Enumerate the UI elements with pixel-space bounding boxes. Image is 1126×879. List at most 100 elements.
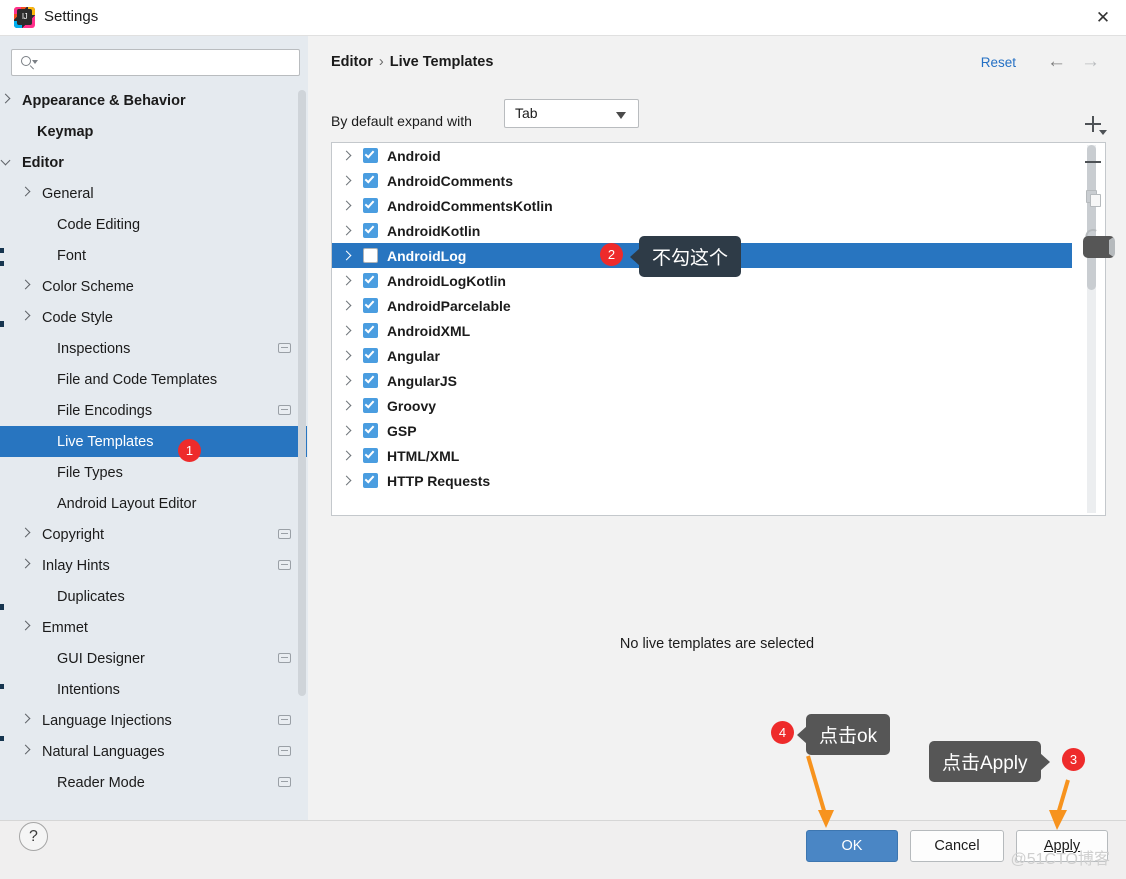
sidebar-item-inspections[interactable]: Inspections: [0, 333, 307, 364]
sidebar-item-copyright[interactable]: Copyright: [0, 519, 307, 550]
template-group-row[interactable]: Angular: [332, 343, 1072, 368]
chevron-right-icon[interactable]: [341, 450, 352, 461]
template-group-checkbox[interactable]: [363, 398, 378, 413]
sidebar-item-label: Intentions: [57, 681, 120, 698]
chevron-right-icon[interactable]: [20, 620, 34, 634]
template-group-row[interactable]: AndroidComments: [332, 168, 1072, 193]
template-group-row[interactable]: AndroidXML: [332, 318, 1072, 343]
sidebar-item-natural-languages[interactable]: Natural Languages: [0, 736, 307, 767]
template-group-checkbox[interactable]: [363, 448, 378, 463]
ok-button[interactable]: OK: [806, 830, 898, 862]
chevron-right-icon[interactable]: [20, 713, 34, 727]
template-group-checkbox[interactable]: [363, 198, 378, 213]
template-group-row[interactable]: AndroidCommentsKotlin: [332, 193, 1072, 218]
back-arrow-icon[interactable]: ←: [1047, 52, 1066, 71]
chevron-right-icon[interactable]: [341, 225, 352, 236]
template-group-checkbox[interactable]: [363, 373, 378, 388]
sidebar-item-language-injections[interactable]: Language Injections: [0, 705, 307, 736]
breadcrumb-root[interactable]: Editor: [331, 54, 373, 70]
sidebar-item-file-encodings[interactable]: File Encodings: [0, 395, 307, 426]
revert-icon[interactable]: [1075, 217, 1115, 258]
copy-icon[interactable]: [1075, 180, 1111, 217]
template-group-checkbox[interactable]: [363, 298, 378, 313]
sidebar-item-appearance-behavior[interactable]: Appearance & Behavior: [0, 85, 307, 116]
chevron-right-icon[interactable]: [341, 275, 352, 286]
templates-list: Android AndroidComments AndroidCommentsKot…: [331, 142, 1106, 516]
template-group-checkbox[interactable]: [363, 273, 378, 288]
template-group-checkbox[interactable]: [363, 148, 378, 163]
sidebar-item-label: Live Templates: [57, 433, 154, 450]
template-group-row[interactable]: HTTP Requests: [332, 468, 1072, 493]
chevron-right-icon[interactable]: [20, 279, 34, 293]
chevron-right-icon[interactable]: [341, 300, 352, 311]
template-group-label: Angular: [387, 347, 440, 364]
chevron-right-icon[interactable]: [341, 250, 352, 261]
sidebar-item-inlay-hints[interactable]: Inlay Hints: [0, 550, 307, 581]
template-group-row[interactable]: HTML/XML: [332, 443, 1072, 468]
chevron-right-icon[interactable]: [341, 200, 352, 211]
chevron-right-icon[interactable]: [341, 175, 352, 186]
sidebar-item-label: Code Style: [42, 309, 113, 326]
template-group-row[interactable]: AndroidParcelable: [332, 293, 1072, 318]
sidebar-item-label: Natural Languages: [42, 743, 165, 760]
sidebar-item-duplicates[interactable]: Duplicates: [0, 581, 307, 612]
chevron-right-icon[interactable]: [20, 186, 34, 200]
sidebar-item-font[interactable]: Font: [0, 240, 307, 271]
sidebar-scrollbar[interactable]: [298, 90, 306, 696]
expand-with-dropdown[interactable]: Tab: [504, 99, 639, 128]
sidebar-item-intentions[interactable]: Intentions: [0, 674, 307, 705]
template-group-checkbox[interactable]: [363, 348, 378, 363]
sidebar-item-editor[interactable]: Editor: [0, 147, 307, 178]
forward-arrow-icon[interactable]: →: [1081, 52, 1100, 71]
chevron-right-icon[interactable]: [341, 475, 352, 486]
sidebar-item-reader-mode[interactable]: Reader Mode: [0, 767, 307, 798]
template-group-row[interactable]: Groovy: [332, 393, 1072, 418]
chevron-right-icon[interactable]: [341, 375, 352, 386]
template-group-checkbox[interactable]: [363, 173, 378, 188]
sidebar-item-label: Keymap: [37, 123, 94, 140]
template-group-checkbox[interactable]: [363, 473, 378, 488]
sidebar-item-file-and-code-templates[interactable]: File and Code Templates: [0, 364, 307, 395]
chevron-right-icon[interactable]: [20, 310, 34, 324]
sidebar-item-color-scheme[interactable]: Color Scheme: [0, 271, 307, 302]
template-group-row[interactable]: Android: [332, 143, 1072, 168]
search-input[interactable]: [40, 53, 292, 73]
chevron-right-icon[interactable]: [20, 558, 34, 572]
sidebar-item-code-editing[interactable]: Code Editing: [0, 209, 307, 240]
cancel-button[interactable]: Cancel: [910, 830, 1004, 862]
template-group-checkbox[interactable]: [363, 323, 378, 338]
sidebar-item-live-templates[interactable]: Live Templates: [0, 426, 307, 457]
chevron-right-icon[interactable]: [0, 93, 14, 107]
sidebar-item-general[interactable]: General: [0, 178, 307, 209]
sidebar-item-code-style[interactable]: Code Style: [0, 302, 307, 333]
sidebar-item-emmet[interactable]: Emmet: [0, 612, 307, 643]
chevron-right-icon[interactable]: [341, 425, 352, 436]
template-group-checkbox[interactable]: [363, 223, 378, 238]
chevron-right-icon[interactable]: [20, 527, 34, 541]
sidebar-item-keymap[interactable]: Keymap: [0, 116, 307, 147]
template-group-row[interactable]: AngularJS: [332, 368, 1072, 393]
template-group-checkbox[interactable]: [363, 248, 378, 263]
chevron-right-icon[interactable]: [341, 325, 352, 336]
sidebar-item-label: Inlay Hints: [42, 557, 110, 574]
remove-icon[interactable]: [1075, 143, 1111, 180]
template-group-row[interactable]: GSP: [332, 418, 1072, 443]
add-icon[interactable]: [1075, 106, 1111, 143]
chevron-right-icon[interactable]: [341, 150, 352, 161]
chevron-right-icon[interactable]: [20, 744, 34, 758]
help-button[interactable]: ?: [19, 822, 48, 851]
template-group-checkbox[interactable]: [363, 423, 378, 438]
chevron-right-icon[interactable]: [341, 400, 352, 411]
close-icon[interactable]: ✕: [1080, 0, 1126, 35]
sidebar-item-file-types[interactable]: File Types: [0, 457, 307, 488]
sidebar-item-label: Reader Mode: [57, 774, 145, 791]
sidebar-item-label: Android Layout Editor: [57, 495, 197, 512]
chevron-right-icon[interactable]: [341, 350, 352, 361]
sidebar-item-gui-designer[interactable]: GUI Designer: [0, 643, 307, 674]
reset-link[interactable]: Reset: [981, 55, 1016, 70]
templates-toolbar: [1075, 106, 1115, 286]
project-scope-icon: [278, 529, 291, 539]
chevron-down-icon[interactable]: [0, 155, 14, 169]
sidebar-item-android-layout-editor[interactable]: Android Layout Editor: [0, 488, 307, 519]
search-field[interactable]: [11, 49, 300, 76]
